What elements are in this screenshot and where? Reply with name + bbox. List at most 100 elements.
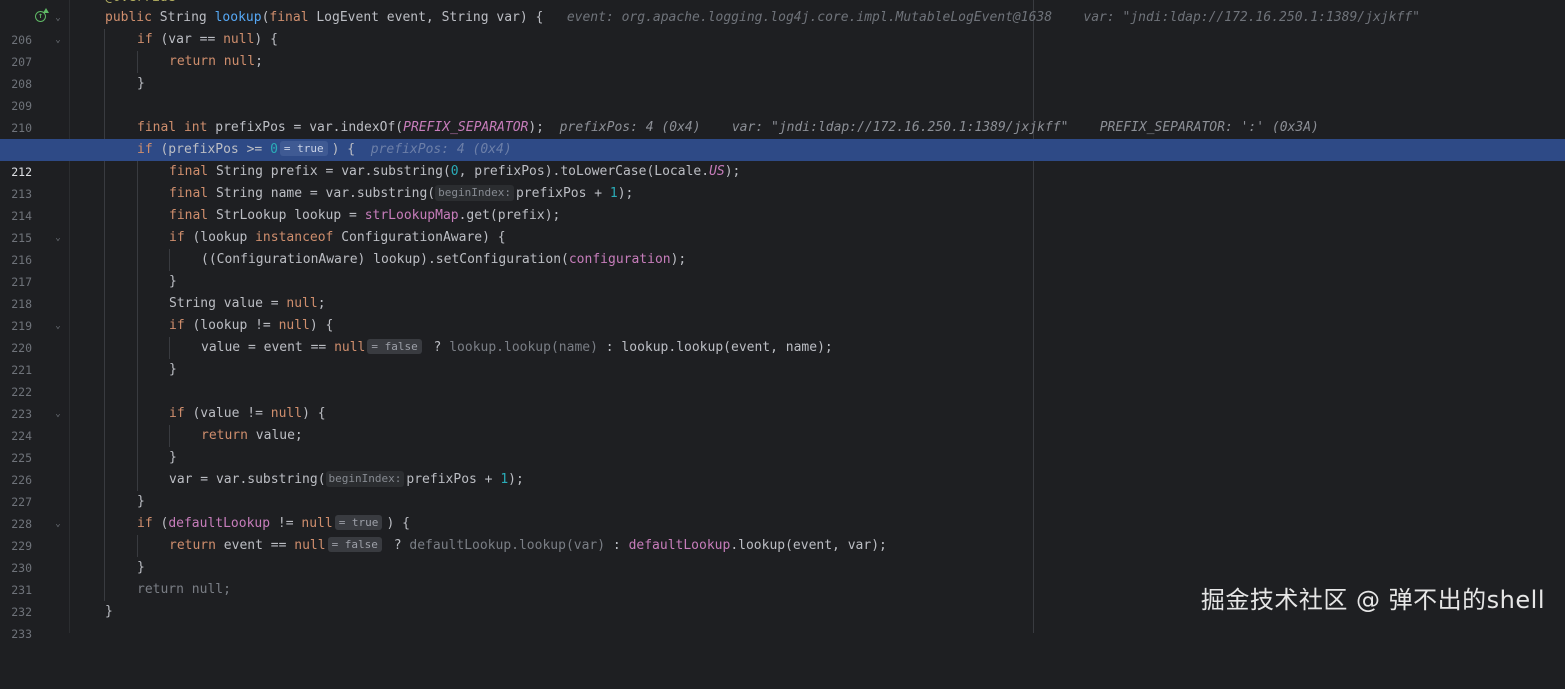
code-line-206[interactable]: 206 ↑ ⌄ public String lookup(final LogEv… [0, 7, 1565, 47]
indent-guide [104, 183, 105, 205]
code-text: return event == null = false ? defaultLoo… [169, 537, 887, 553]
code-text: if (lookup instanceof ConfigurationAware… [169, 230, 506, 245]
indent-guide [104, 161, 105, 183]
fold-icon[interactable]: ⌄ [53, 227, 63, 249]
indent-guide [104, 579, 105, 601]
indent-guide [104, 29, 105, 51]
indent-guide [137, 161, 138, 183]
code-line-215[interactable]: 215 final StrLookup lookup = strLookupMa… [0, 205, 1565, 245]
indent-guide [104, 513, 105, 535]
indent-guide [137, 205, 138, 227]
code-line-208[interactable]: 208 return null; [0, 51, 1565, 91]
indent-guide [104, 205, 105, 227]
code-text: if (defaultLookup != null = true) { [137, 515, 410, 531]
code-line-219[interactable]: 219 String value = null; [0, 293, 1565, 333]
code-text: if (prefixPos >= 0 = true) { prefixPos: 4… [137, 141, 512, 157]
code-line-220[interactable]: 220 ⌄ if (lookup != null) { [0, 315, 1565, 355]
indent-guide [104, 447, 105, 469]
code-line-210[interactable]: 210 [0, 95, 1565, 135]
value-hint: = false [367, 339, 422, 354]
code-text: String value = null; [169, 296, 326, 311]
code-line-216[interactable]: 216 ⌄ if (lookup instanceof Configuratio… [0, 227, 1565, 267]
code-line-229[interactable]: 229 ⌄ if (defaultLookup != null = true) { [0, 513, 1565, 553]
code-line-224[interactable]: 224 ⌄ if (value != null) { [0, 403, 1565, 443]
indent-guide [137, 337, 138, 359]
indent-guide [137, 271, 138, 293]
indent-guide [169, 337, 170, 359]
indent-guide [137, 425, 138, 447]
code-editor[interactable]: @Override 206 ↑ ⌄ public String lookup(f… [0, 0, 1565, 641]
code-line-227[interactable]: 227 var = var.substring(beginIndex: prefi… [0, 469, 1565, 509]
code-line-209[interactable]: 209 } [0, 73, 1565, 113]
code-line-207[interactable]: 207 ⌄ if (var == null) { [0, 29, 1565, 69]
indent-guide [137, 381, 138, 403]
indent-guide [137, 183, 138, 205]
code-text: final String name = var.substring(beginI… [169, 185, 634, 201]
fold-icon[interactable]: ⌄ [53, 513, 63, 535]
code-line-213[interactable]: 213 final String prefix = var.substring(… [0, 161, 1565, 201]
parameter-hint: beginIndex: [325, 471, 405, 487]
indent-guide [104, 271, 105, 293]
indent-guide [104, 73, 105, 95]
code-line-231[interactable]: 231 } [0, 557, 1565, 597]
indent-guide [104, 51, 105, 73]
code-line-221[interactable]: 221 value = event == null = false ? looku… [0, 337, 1565, 377]
indent-guide [104, 535, 105, 557]
code-text: final StrLookup lookup = strLookupMap.ge… [169, 208, 561, 223]
indent-guide [104, 315, 105, 337]
indent-guide [104, 381, 105, 403]
fold-icon[interactable]: ⌄ [53, 29, 63, 51]
code-line-222[interactable]: 222 } [0, 359, 1565, 399]
code-line-212-current[interactable]: 212 if (prefixPos >= 0 = true) { prefixPo… [0, 139, 1565, 179]
code-text: if (lookup != null) { [169, 318, 334, 333]
override-method-icon[interactable]: ↑ [35, 8, 49, 22]
code-line-230[interactable]: 230 return event == null = false ? defaul… [0, 535, 1565, 575]
indent-guide [137, 447, 138, 469]
code-text: return null; [137, 582, 231, 597]
indent-guide [137, 293, 138, 315]
code-text: return value; [201, 428, 303, 443]
indent-guide [137, 469, 138, 491]
debug-inline-values: event: org.apache.logging.log4j.core.imp… [566, 10, 1420, 25]
code-line-226[interactable]: 226 } [0, 447, 1565, 487]
indent-guide [104, 95, 105, 117]
indent-guide [169, 425, 170, 447]
value-hint: = false [327, 537, 382, 552]
indent-guide [104, 337, 105, 359]
fold-icon[interactable]: ⌄ [53, 403, 63, 425]
value-hint: = true [279, 141, 328, 156]
parameter-hint: beginIndex: [435, 185, 514, 201]
code-text: final int prefixPos = var.indexOf(PREFIX… [137, 120, 1319, 135]
indent-guide [104, 359, 105, 381]
indent-guide [104, 293, 105, 315]
code-line-228[interactable]: 228 } [0, 491, 1565, 531]
code-line-223[interactable]: 223 [0, 381, 1565, 421]
indent-guide [137, 315, 138, 337]
code-text: } [169, 362, 177, 377]
code-text: var = var.substring(beginIndex: prefixPos… [169, 471, 524, 487]
code-text: value = event == null = false ? lookup.lo… [201, 339, 833, 355]
code-line-214[interactable]: 214 final String name = var.substring(be… [0, 183, 1565, 223]
indent-guide [104, 557, 105, 579]
value-hint: = true [334, 515, 383, 530]
fold-icon[interactable]: ⌄ [53, 315, 63, 337]
indent-guide [104, 403, 105, 425]
code-line-217[interactable]: 217 ((ConfigurationAware) lookup).setCon… [0, 249, 1565, 289]
indent-guide [169, 249, 170, 271]
indent-guide [104, 227, 105, 249]
code-text: ((ConfigurationAware) lookup).setConfigu… [201, 252, 687, 267]
code-text: } [169, 450, 177, 465]
indent-guide [104, 117, 105, 139]
code-text: } [105, 604, 113, 619]
code-line-211[interactable]: 211 final int prefixPos = var.indexOf(PR… [0, 117, 1565, 157]
indent-guide [137, 249, 138, 271]
line-number[interactable]: 233 [0, 623, 32, 645]
debug-inline-values: prefixPos: 4 (0x4) [370, 142, 512, 157]
indent-guide [137, 51, 138, 73]
code-text: } [137, 560, 145, 575]
code-text: final String prefix = var.substring(0, p… [169, 164, 741, 179]
code-line-218[interactable]: 218 } [0, 271, 1565, 311]
code-line-225[interactable]: 225 return value; [0, 425, 1565, 465]
fold-icon[interactable]: ⌄ [53, 7, 63, 29]
indent-guide [104, 491, 105, 513]
